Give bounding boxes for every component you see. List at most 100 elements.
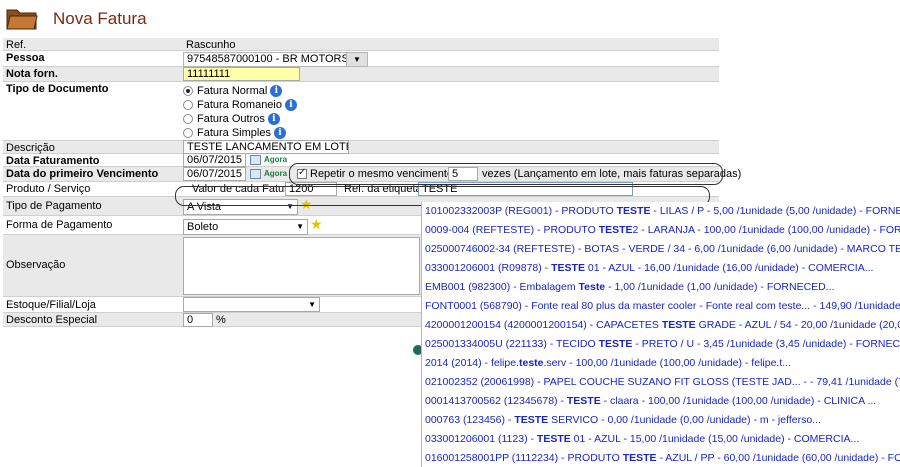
chevron-down-icon: ▼ xyxy=(308,300,316,309)
page-title: Nova Fatura xyxy=(53,9,147,28)
autocomplete-item[interactable]: 0001413700562 (12345678) - TESTE - claar… xyxy=(422,392,900,411)
calendar-icon[interactable] xyxy=(250,169,261,179)
tipo-documento-label: Tipo de Documento xyxy=(6,83,109,95)
info-icon[interactable]: i xyxy=(267,113,280,125)
desconto-input[interactable]: 0 xyxy=(183,313,213,327)
forma-pagamento-label: Forma de Pagamento xyxy=(6,219,113,231)
desconto-unit: % xyxy=(216,314,226,326)
autocomplete-item[interactable]: 000763 (123456) - TESTE SERVICO - 0,00 /… xyxy=(422,411,900,430)
autocomplete-list: 101002332003P (REG001) - PRODUTO TESTE -… xyxy=(421,202,900,467)
autocomplete-item-match: TESTE xyxy=(536,433,571,445)
autocomplete-item-match: TESTE xyxy=(551,262,585,274)
autocomplete-item-text: EMB001 (982300) - Embalagem xyxy=(425,281,579,293)
autocomplete-item-text: - 1,00 /1unidade (1,00 /unidade) - FORNE… xyxy=(605,281,835,293)
star-icon[interactable]: ★ xyxy=(310,216,323,233)
autocomplete-item-match: TESTE xyxy=(616,205,651,217)
autocomplete-item-match: TESTE xyxy=(514,414,549,426)
radio-fatura-romaneio[interactable]: Fatura Romaneio i xyxy=(183,98,297,112)
autocomplete-item-text: 01 - AZUL - 16,00 /1unidade (16,00 /unid… xyxy=(584,262,874,274)
autocomplete-item[interactable]: FONT0001 (568790) - Fonte real 80 plus d… xyxy=(422,297,900,316)
agora-link[interactable]: Agora xyxy=(264,155,287,164)
autocomplete-item-match: Teste xyxy=(578,281,606,293)
autocomplete-item-text: 2 - LARANJA - 100,00 /1unidade (100,00 /… xyxy=(632,224,900,236)
radio-button[interactable] xyxy=(183,86,193,96)
autocomplete-item-text: 033001206001 (1123) - xyxy=(425,433,537,445)
descricao-row: Descrição TESTE LANCAMENTO EM LOTE xyxy=(3,140,719,154)
pessoa-label: Pessoa xyxy=(6,52,45,64)
autocomplete-item-match: TESTE xyxy=(661,319,696,331)
info-icon[interactable]: i xyxy=(273,127,286,139)
info-icon[interactable]: i xyxy=(285,99,297,111)
callout-repetir xyxy=(289,163,723,185)
data-vencimento-label: Data do primeiro Vencimento xyxy=(6,168,159,180)
autocomplete-item-text: - AZUL / PP - 60,00 /1unidade (60,00 /un… xyxy=(659,452,900,464)
observacao-textarea[interactable] xyxy=(183,237,420,295)
data-faturamento-label: Data Faturamento xyxy=(6,155,100,167)
autocomplete-item[interactable]: 2014 (2014) - felipe.teste.serv - 100,00… xyxy=(422,354,900,373)
autocomplete-item-match: teste xyxy=(518,357,544,369)
agora-link[interactable]: Agora xyxy=(264,169,287,178)
ref-value: Rascunho xyxy=(186,39,236,51)
folder-icon xyxy=(6,9,38,30)
data-faturamento-input[interactable]: 06/07/2015 xyxy=(183,153,246,167)
autocomplete-item[interactable]: 016001258001PP (1112234) - PRODUTO TESTE… xyxy=(422,449,900,467)
autocomplete-item-match: TESTE xyxy=(598,338,633,350)
autocomplete-item-text: .serv - 100,00 /1unidade (100,00 /unidad… xyxy=(543,357,792,369)
autocomplete-item-text: 2014 (2014) - felipe. xyxy=(425,357,519,369)
autocomplete-item-text: 000763 (123456) - xyxy=(425,414,515,426)
autocomplete-item-text: 101002332003P (REG001) - PRODUTO xyxy=(425,205,617,217)
calendar-icon[interactable] xyxy=(250,155,261,165)
produto-servico-label: Produto / Serviço xyxy=(6,183,91,195)
autocomplete-item-match: TESTE xyxy=(598,224,633,236)
radio-fatura-outros[interactable]: Fatura Outros i xyxy=(183,112,280,126)
nota-forn-label: Nota forn. xyxy=(6,68,58,80)
autocomplete-item-text: 0009-004 (REFTESTE) - PRODUTO xyxy=(425,224,599,236)
autocomplete-item[interactable]: 025001334005U (221133) - TECIDO TESTE - … xyxy=(422,335,900,354)
pessoa-select[interactable]: 97548587000100 - BR MOTORSPOF xyxy=(183,52,365,67)
autocomplete-item-text: - PRETO / U - 3,45 /1unidade (3,45 /unid… xyxy=(632,338,900,350)
autocomplete-item[interactable]: 033001206001 (1123) - TESTE 01 - AZUL - … xyxy=(422,430,900,449)
pessoa-dropdown-button[interactable]: ▼ xyxy=(346,52,368,67)
nota-forn-input[interactable]: 11111111 xyxy=(183,67,300,81)
radio-button[interactable] xyxy=(183,128,193,138)
chevron-down-icon: ▼ xyxy=(353,55,361,64)
nota-forn-row: Nota forn. 11111111 xyxy=(3,67,719,82)
autocomplete-item-text: - LILAS / P - 5,00 /1unidade (5,00 /unid… xyxy=(653,205,900,217)
autocomplete-item-text: - claara - 100,00 /1unidade (100,00 /uni… xyxy=(600,395,877,407)
autocomplete-item-match: TESTE xyxy=(622,452,657,464)
desconto-label: Desconto Especial xyxy=(6,314,98,326)
autocomplete-item-text: 0001413700562 (12345678) - xyxy=(425,395,567,407)
forma-pagamento-select[interactable]: Boleto ▼ xyxy=(183,219,308,235)
page-header: Nova Fatura xyxy=(0,0,900,36)
estoque-label: Estoque/Filial/Loja xyxy=(6,299,96,311)
chevron-down-icon: ▼ xyxy=(296,222,304,231)
autocomplete-item[interactable]: EMB001 (982300) - Embalagem Teste - 1,00… xyxy=(422,278,900,297)
autocomplete-item-text: 021002352 (20061998) - PAPEL COUCHE SUZA… xyxy=(425,376,900,388)
autocomplete-item-text: 01 - AZUL - 15,00 /1unidade (15,00 /unid… xyxy=(570,433,860,445)
pessoa-row: Pessoa 97548587000100 - BR MOTORSPOF ▼ xyxy=(3,51,719,67)
observacao-label: Observação xyxy=(6,259,66,271)
ref-label: Ref. xyxy=(6,39,27,51)
autocomplete-item[interactable]: 025000746002-34 (REFTESTE) - BOTAS - VER… xyxy=(422,240,900,259)
autocomplete-item[interactable]: 4200001200154 (4200001200154) - CAPACETE… xyxy=(422,316,900,335)
tipo-documento-row: Tipo de Documento Fatura Normal i Fatura… xyxy=(3,82,719,141)
autocomplete-item[interactable]: 021002352 (20061998) - PAPEL COUCHE SUZA… xyxy=(422,373,900,392)
autocomplete-item-text: 033001206001 (R09878) - xyxy=(425,262,552,274)
radio-button[interactable] xyxy=(183,100,193,110)
data-vencimento-input[interactable]: 06/07/2015 xyxy=(183,167,246,181)
autocomplete-item[interactable]: 0009-004 (REFTESTE) - PRODUTO TESTE2 - L… xyxy=(422,221,900,240)
radio-fatura-normal[interactable]: Fatura Normal i xyxy=(183,84,283,98)
descricao-input[interactable]: TESTE LANCAMENTO EM LOTE xyxy=(183,140,349,154)
estoque-select[interactable]: ▼ xyxy=(183,297,320,312)
autocomplete-item-text: 025001334005U (221133) - TECIDO xyxy=(425,338,599,350)
tipo-pagamento-label: Tipo de Pagamento xyxy=(6,200,102,212)
radio-button[interactable] xyxy=(183,114,193,124)
autocomplete-item[interactable]: 101002332003P (REG001) - PRODUTO TESTE -… xyxy=(422,202,900,221)
autocomplete-item[interactable]: 033001206001 (R09878) - TESTE 01 - AZUL … xyxy=(422,259,900,278)
info-icon[interactable]: i xyxy=(270,85,283,97)
autocomplete-item-text: FONT0001 (568790) - Fonte real 80 plus d… xyxy=(425,300,900,312)
radio-fatura-simples[interactable]: Fatura Simples i xyxy=(183,126,286,140)
autocomplete-item-text: SERVICO - 0,00 /1unidade (0,00 /unidade)… xyxy=(548,414,821,426)
autocomplete-item-text: GRADE - AZUL / 54 - 20,00 /1unidade (20,… xyxy=(698,319,900,331)
autocomplete-item-text: 4200001200154 (4200001200154) - CAPACETE… xyxy=(425,319,662,331)
